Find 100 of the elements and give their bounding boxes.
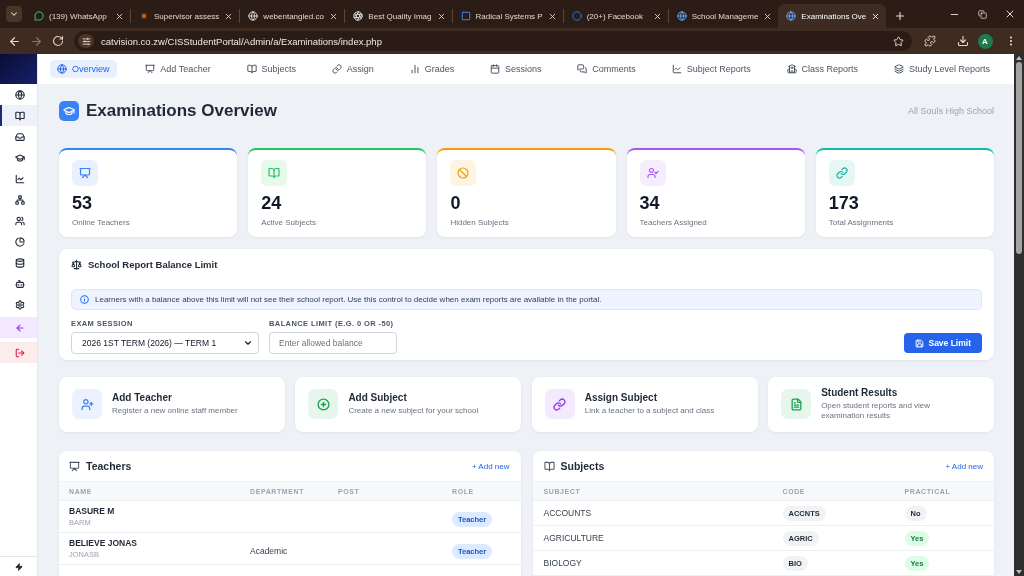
school-name: All Souls High School <box>907 106 994 116</box>
puzzle-icon[interactable] <box>924 35 936 47</box>
presentation-icon <box>69 460 80 472</box>
action-title: Assign Subject <box>584 392 658 404</box>
nav-tab[interactable]: Subject Reports <box>664 60 758 78</box>
asterisk-icon <box>139 11 149 21</box>
bar-chart-icon <box>409 64 420 74</box>
sliders-icon[interactable] <box>78 34 94 48</box>
nav-tab[interactable]: Comments <box>570 60 643 78</box>
close-icon[interactable] <box>329 11 339 21</box>
close-icon[interactable] <box>547 11 557 21</box>
nav-tab[interactable]: Overview <box>50 60 117 78</box>
bolt-icon[interactable] <box>14 562 23 571</box>
add-new-link[interactable]: + Add new <box>945 461 983 471</box>
add-new-link[interactable]: + Add new <box>471 461 510 471</box>
browser-tab[interactable]: (139) WhatsApp <box>26 4 130 28</box>
database-icon <box>14 257 25 268</box>
presentation-icon <box>145 64 156 74</box>
profile-avatar[interactable]: A <box>977 33 993 49</box>
browser-tab[interactable]: Radical Systems P <box>452 4 563 28</box>
users-icon <box>14 215 25 226</box>
nav-tab[interactable]: Grades <box>402 60 462 78</box>
nav-tab[interactable]: Study Level Reports <box>886 60 997 78</box>
close-icon[interactable] <box>115 11 124 21</box>
new-tab-icon[interactable] <box>894 10 907 22</box>
scroll-down-icon[interactable] <box>1016 570 1022 574</box>
browser-tab[interactable]: webentangled.co <box>240 4 345 28</box>
stat-label: Teachers Assigned <box>639 218 707 227</box>
teacher-name: BELIEVE JONAS <box>69 538 139 548</box>
scrollbar-thumb[interactable] <box>1016 62 1022 254</box>
close-icon[interactable] <box>1004 8 1016 20</box>
action-title: Add Teacher <box>112 392 173 404</box>
robot-icon <box>14 278 25 289</box>
action-title: Add Subject <box>348 392 408 404</box>
action-card[interactable]: Assign Subject Link a teacher to a subject and class <box>531 376 758 432</box>
browser-tab[interactable]: Supervisor assess <box>131 4 240 28</box>
action-card[interactable]: Student Results Open student reports and view examination results <box>768 376 994 432</box>
globe-icon <box>786 11 797 21</box>
calendar-icon <box>490 64 500 74</box>
sidebar-banner <box>0 54 37 84</box>
circle-icon <box>571 11 582 21</box>
browser-tab[interactable]: Best Quality Imag <box>345 4 452 28</box>
table-cell-text: AGRICULTURE <box>543 533 605 543</box>
forward-icon[interactable] <box>29 34 43 48</box>
save-button[interactable]: Save Limit <box>904 333 982 353</box>
input-field[interactable]: Enter allowed balance <box>269 332 397 354</box>
download-icon[interactable] <box>957 35 969 47</box>
action-card[interactable]: Add Subject Create a new subject for your school <box>295 376 522 432</box>
graduation-cap-icon <box>59 101 79 121</box>
sidebar-item[interactable] <box>0 105 37 126</box>
close-icon[interactable] <box>436 11 446 21</box>
save-icon <box>915 338 925 348</box>
inbox-icon <box>14 131 25 142</box>
browser-tab[interactable]: Examinations Ove <box>778 4 887 28</box>
chevron-down-icon <box>243 338 253 348</box>
aperture-icon <box>353 11 364 21</box>
select-field[interactable]: 2026 1ST TERM (2026) — TERM 1 <box>71 332 259 354</box>
stat-value: 34 <box>639 194 660 212</box>
book-icon <box>14 110 25 121</box>
link-icon <box>331 64 342 74</box>
close-icon[interactable] <box>224 11 234 21</box>
reload-icon[interactable] <box>52 35 64 47</box>
chevron-down-icon <box>9 9 19 19</box>
nav-tab[interactable]: Sessions <box>483 60 549 78</box>
restore-icon[interactable] <box>977 9 987 19</box>
book-icon <box>246 64 257 74</box>
action-title: Student Results <box>821 387 899 399</box>
action-subtitle: Link a teacher to a subject and class <box>584 406 715 417</box>
scrollbar[interactable] <box>1014 54 1024 576</box>
star-icon[interactable] <box>893 35 904 47</box>
browser-tab[interactable]: School Manageme <box>668 4 779 28</box>
close-icon[interactable] <box>763 11 773 21</box>
stat-value: 24 <box>261 194 282 212</box>
browser-tab[interactable]: (20+) Facebook <box>563 4 668 28</box>
nav-tab[interactable]: Add Teacher <box>138 60 218 78</box>
user-check-icon <box>639 160 666 186</box>
ban-icon <box>450 160 477 186</box>
nav-tab[interactable]: Assign <box>324 60 381 78</box>
close-icon[interactable] <box>871 11 881 21</box>
close-icon[interactable] <box>652 11 662 21</box>
action-subtitle: Register a new online staff member <box>112 406 238 417</box>
stat-label: Total Assignments <box>828 218 894 227</box>
line-chart-icon <box>671 64 682 74</box>
tab-list-button[interactable] <box>6 6 22 22</box>
stat-label: Online Teachers <box>72 218 130 227</box>
nav-tab[interactable]: Subjects <box>239 60 304 78</box>
action-card[interactable]: Add Teacher Register a new online staff member <box>59 376 285 432</box>
address-bar[interactable]: catvision.co.zw/CISStudentPortal/Admin/a/Examinations/index.php <box>74 31 912 51</box>
presentation-icon <box>72 160 98 186</box>
chat-bubble-icon <box>34 11 44 21</box>
info-icon <box>80 295 89 304</box>
stat-value: 173 <box>828 194 859 212</box>
scroll-up-icon[interactable] <box>1016 56 1022 60</box>
network-icon <box>14 194 25 205</box>
layers-icon <box>893 64 904 74</box>
pie-chart-icon <box>14 236 25 247</box>
nav-tab[interactable]: Class Reports <box>779 60 866 78</box>
back-icon[interactable] <box>7 34 21 48</box>
stat-value: 0 <box>450 194 461 212</box>
stat-value: 53 <box>72 194 93 212</box>
